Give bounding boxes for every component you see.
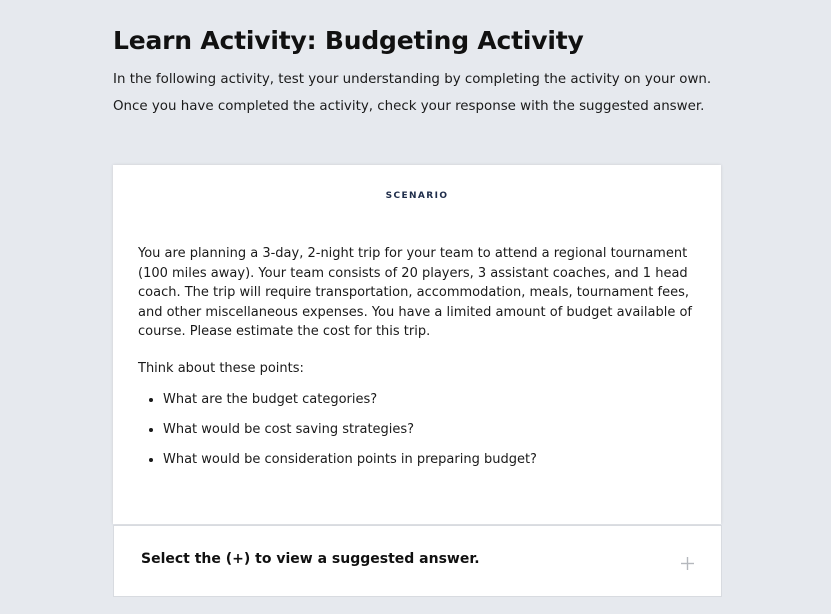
intro-line-2: Once you have completed the activity, ch… — [113, 99, 705, 114]
list-item: What would be cost saving strategies? — [163, 419, 537, 449]
list-item: What are the budget categories? — [163, 389, 537, 419]
page-title: Learn Activity: Budgeting Activity — [113, 26, 584, 55]
intro-line-1: In the following activity, test your und… — [113, 72, 712, 87]
list-item: What would be consideration points in pr… — [163, 449, 537, 479]
intro-text: In the following activity, test your und… — [113, 66, 753, 120]
accordion-title: Select the (+) to view a suggested answe… — [141, 551, 480, 567]
scenario-paragraph: You are planning a 3-day, 2-night trip f… — [138, 246, 692, 339]
suggested-answer-accordion[interactable]: Select the (+) to view a suggested answe… — [113, 525, 722, 597]
scenario-label: SCENARIO — [385, 191, 449, 201]
scenario-card: SCENARIO You are planning a 3-day, 2-nig… — [113, 165, 721, 524]
scenario-text: You are planning a 3-day, 2-night trip f… — [138, 244, 698, 342]
points-intro: Think about these points: — [138, 361, 304, 376]
plus-icon[interactable] — [681, 555, 694, 570]
points-list: What are the budget categories? What wou… — [138, 389, 537, 479]
